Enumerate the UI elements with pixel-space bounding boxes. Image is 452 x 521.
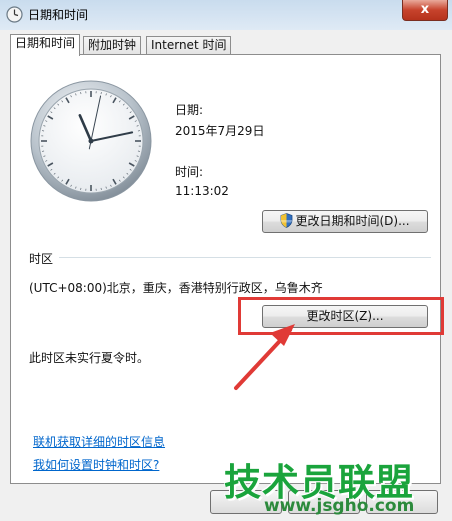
- date-time-dialog: 日期和时间 x 日期和时间 附加时钟 Internet 时间 日期: 2015年…: [0, 0, 452, 521]
- annotation-arrow: [234, 324, 295, 390]
- watermark-url: www.jsgho.com: [264, 496, 415, 516]
- tab-label: 日期和时间: [15, 36, 76, 50]
- tab-date-time[interactable]: 日期和时间: [10, 34, 81, 56]
- site-watermark: 技术员联盟 www.jsgho.com: [222, 452, 452, 516]
